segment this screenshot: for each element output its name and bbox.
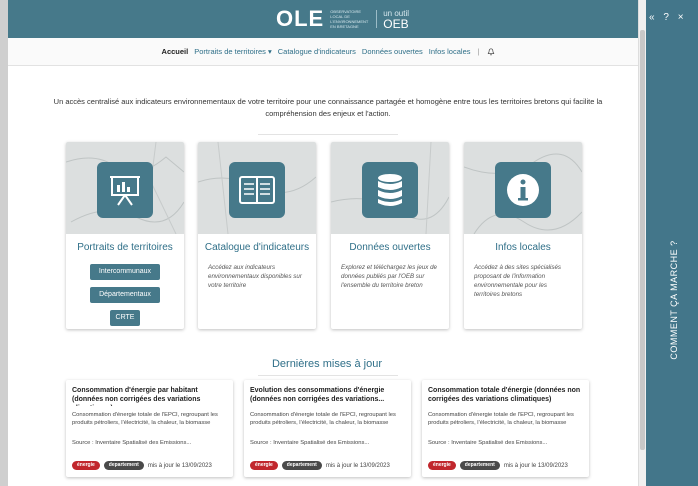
crte-button[interactable]: CRTE	[110, 310, 140, 326]
main-nav: Accueil Portraits de territoires ▾ Catal…	[8, 38, 646, 66]
updates-heading: Dernières mises à jour	[271, 358, 383, 370]
update-meta: énergie departement mis à jour le 13/09/…	[72, 461, 212, 470]
updates-divider	[258, 375, 398, 376]
update-source: Source : Inventaire Spatialisé des Emiss…	[428, 440, 548, 446]
card-infos[interactable]: Infos locales Accédez à des sites spécia…	[464, 142, 582, 329]
update-card[interactable]: Consommation d'énergie par habitant (don…	[66, 380, 233, 477]
intro-text: Un accès centralisé aux indicateurs envi…	[53, 97, 603, 118]
update-meta: énergie departement mis à jour le 13/09/…	[428, 461, 568, 470]
nav-infos[interactable]: Infos locales	[429, 47, 471, 56]
update-card[interactable]: Evolution des consommations d'énergie (d…	[244, 380, 411, 477]
tag-departement[interactable]: departement	[459, 461, 500, 470]
nav-divider: |	[477, 47, 480, 56]
nav-portraits[interactable]: Portraits de territoires ▾	[194, 47, 272, 56]
info-icon	[495, 162, 551, 218]
update-title[interactable]: Evolution des consommations d'énergie (d…	[250, 386, 405, 406]
help-icon[interactable]: ?	[663, 12, 672, 23]
intercommunaux-button[interactable]: Intercommunaux	[90, 264, 160, 280]
nav-donnees[interactable]: Données ouvertes	[362, 47, 423, 56]
partner-name: OEB	[383, 17, 409, 31]
card-catalogue[interactable]: Catalogue d'indicateurs Accédez aux indi…	[198, 142, 316, 329]
tag-energie[interactable]: énergie	[250, 461, 278, 470]
intro-divider	[258, 134, 398, 135]
nav-catalogue[interactable]: Catalogue d'indicateurs	[278, 47, 356, 56]
logo-text: OLE	[276, 6, 325, 31]
card-donnees[interactable]: Données ouvertes Explorez et téléchargez…	[331, 142, 449, 329]
tag-energie[interactable]: énergie	[428, 461, 456, 470]
database-icon	[362, 162, 418, 218]
card-description: Explorez et téléchargez les jeux de donn…	[341, 264, 437, 289]
help-side-panel[interactable]: « ? × COMMENT ÇA MARCHE ?	[646, 0, 698, 486]
update-title[interactable]: Consommation totale d'énergie (données n…	[428, 386, 583, 406]
departementaux-button[interactable]: Départementaux	[90, 287, 160, 303]
update-date: mis à jour le 13/09/2023	[147, 462, 212, 469]
update-title[interactable]: Consommation d'énergie par habitant (don…	[72, 386, 227, 406]
card-title: Portraits de territoires	[77, 242, 173, 253]
tag-departement[interactable]: departement	[103, 461, 144, 470]
update-source: Source : Inventaire Spatialisé des Emiss…	[250, 440, 370, 446]
update-date: mis à jour le 13/09/2023	[325, 462, 390, 469]
update-description: Consommation d'énergie totale de l'EPCI,…	[250, 412, 396, 426]
page-scrollbar[interactable]	[638, 0, 646, 486]
bell-icon[interactable]	[487, 47, 495, 56]
update-description: Consommation d'énergie totale de l'EPCI,…	[428, 412, 574, 426]
main-frame: OLE Observatoire local de l'environnemen…	[8, 0, 646, 486]
card-title: Infos locales	[495, 242, 551, 253]
card-description: Accédez à des sites spécialisés proposan…	[474, 264, 562, 298]
update-card[interactable]: Consommation totale d'énergie (données n…	[422, 380, 589, 477]
how-it-works-label[interactable]: COMMENT ÇA MARCHE ?	[669, 240, 679, 359]
update-description: Consommation d'énergie totale de l'EPCI,…	[72, 412, 218, 426]
open-book-icon	[229, 162, 285, 218]
card-title: Données ouvertes	[349, 242, 431, 253]
presentation-board-icon	[97, 162, 153, 218]
tag-departement[interactable]: departement	[281, 461, 322, 470]
header-bar: OLE Observatoire local de l'environnemen…	[8, 0, 646, 38]
update-meta: énergie departement mis à jour le 13/09/…	[250, 461, 390, 470]
collapse-icon[interactable]: «	[649, 12, 658, 23]
logo-subtitle: Observatoire local de l'environnement en…	[330, 9, 369, 29]
side-panel-controls: « ? ×	[649, 12, 687, 23]
scrollbar-thumb[interactable]	[640, 30, 645, 450]
partner-logo: un outil OEB	[383, 8, 409, 30]
nav-accueil[interactable]: Accueil	[162, 47, 189, 56]
card-title: Catalogue d'indicateurs	[204, 242, 310, 253]
logo-separator	[376, 10, 378, 28]
tag-energie[interactable]: énergie	[72, 461, 100, 470]
card-description: Accédez aux indicateurs environnementaux…	[208, 264, 302, 289]
card-portraits[interactable]: Portraits de territoires Intercommunaux …	[66, 142, 184, 329]
close-icon[interactable]: ×	[678, 12, 687, 23]
brand-logo[interactable]: OLE Observatoire local de l'environnemen…	[276, 6, 409, 32]
update-date: mis à jour le 13/09/2023	[503, 462, 568, 469]
update-source: Source : Inventaire Spatialisé des Emiss…	[72, 440, 192, 446]
